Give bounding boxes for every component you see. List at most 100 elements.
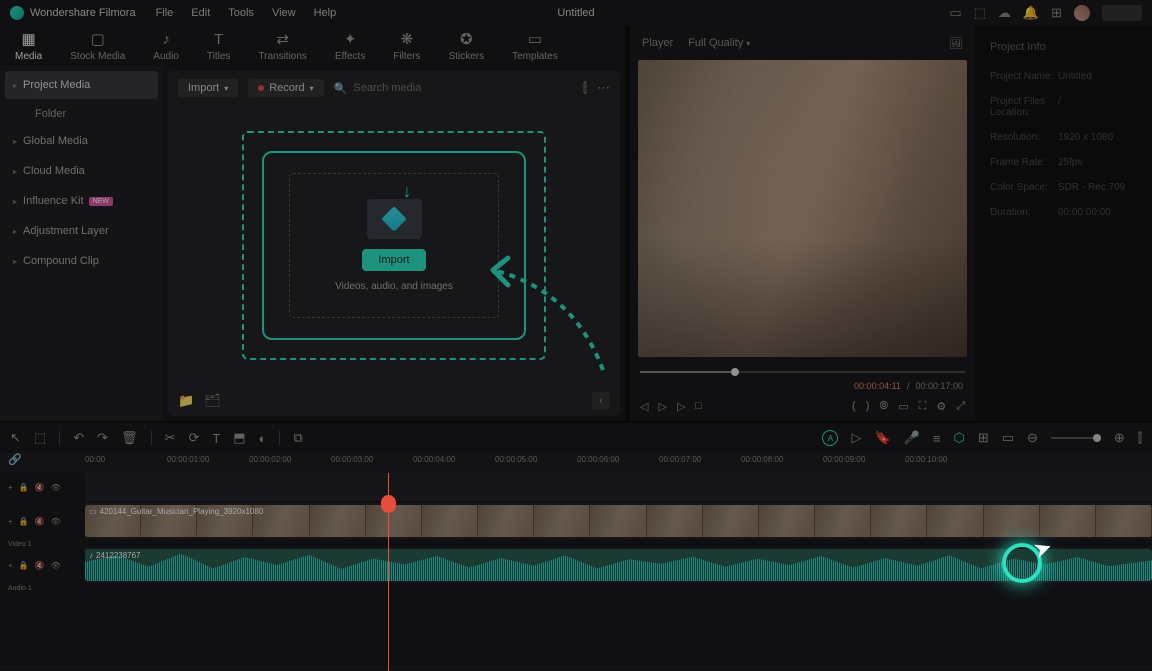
- prev-frame-button[interactable]: ◁: [640, 400, 648, 413]
- document-title: Untitled: [557, 7, 594, 19]
- voiceover-icon[interactable]: 🎤: [904, 430, 920, 446]
- lock-icon[interactable]: 🔒: [19, 517, 29, 526]
- video-clip[interactable]: ▭420144_Guitar_Musician_Playing_3920x108…: [85, 505, 1152, 537]
- display-icon[interactable]: ▭: [898, 400, 908, 413]
- mute-icon[interactable]: 🔇: [35, 517, 45, 526]
- search-box[interactable]: 🔍: [334, 82, 573, 95]
- expand-icon[interactable]: ⤢: [956, 400, 965, 413]
- sidebar-item-cloud-media[interactable]: Cloud Media: [5, 157, 158, 185]
- sidebar-item-project-media[interactable]: Project Media: [5, 71, 158, 99]
- lock-icon[interactable]: 🔒: [19, 561, 29, 570]
- import-button[interactable]: Import: [362, 249, 425, 271]
- quality-dropdown[interactable]: Full Quality ▾: [688, 37, 750, 49]
- next-frame-button[interactable]: ▷: [677, 400, 685, 413]
- avatar[interactable]: [1074, 5, 1090, 21]
- snap-icon[interactable]: ⊞: [978, 430, 989, 446]
- lock-icon[interactable]: 🔒: [19, 483, 29, 492]
- mute-icon[interactable]: 🔇: [35, 561, 45, 570]
- tab-effects[interactable]: ✦Effects: [335, 30, 365, 62]
- tab-audio[interactable]: ♪Audio: [153, 31, 179, 62]
- audio-clip[interactable]: ♪2412238767: [85, 549, 1152, 581]
- menu-view[interactable]: View: [272, 7, 296, 19]
- titlebar: Wondershare Filmora File Edit Tools View…: [0, 0, 1152, 26]
- tab-titles[interactable]: TTitles: [207, 31, 231, 62]
- undo-button[interactable]: ↶: [73, 430, 84, 446]
- timeline-ruler[interactable]: 🔗 00:0000:00:01:0000:00:02:0000:00:03:00…: [0, 453, 1152, 473]
- preview-viewport[interactable]: [638, 60, 967, 357]
- tab-stickers[interactable]: ✪Stickers: [449, 30, 485, 62]
- tab-transitions[interactable]: ⇄Transitions: [258, 30, 307, 62]
- import-dropdown[interactable]: Import▾: [178, 79, 238, 97]
- video-track-header[interactable]: + 🔒 🔇 👁: [0, 503, 85, 539]
- hide-icon[interactable]: 👁: [51, 561, 61, 570]
- detach-icon[interactable]: ⛶: [919, 400, 927, 413]
- new-bin-icon[interactable]: 🗂: [204, 393, 221, 409]
- keyframe-icon[interactable]: ⬡: [953, 430, 964, 446]
- marker-icon[interactable]: 🔖: [874, 430, 890, 446]
- timeline-link-icon[interactable]: 🔗: [0, 450, 30, 470]
- track-icon[interactable]: ▭: [1002, 430, 1014, 446]
- new-folder-icon[interactable]: 📁: [178, 393, 194, 409]
- new-badge: NEW: [89, 197, 113, 206]
- select-tool-icon[interactable]: ⬚: [34, 430, 46, 446]
- mixer-icon[interactable]: ≡: [933, 431, 941, 446]
- sidebar-item-influence-kit[interactable]: Influence KitNEW: [5, 187, 158, 215]
- settings-icon[interactable]: ⚙: [936, 400, 946, 413]
- speed-button[interactable]: ⟳: [188, 430, 199, 446]
- menu-edit[interactable]: Edit: [191, 7, 210, 19]
- record-dropdown[interactable]: Record▾: [248, 79, 323, 97]
- color-button[interactable]: ◐: [259, 431, 267, 446]
- mark-in-button[interactable]: (: [852, 400, 856, 412]
- zoom-in-icon[interactable]: ⊕: [1114, 430, 1125, 446]
- snapshot-icon[interactable]: 🖼: [949, 37, 963, 50]
- menu-tools[interactable]: Tools: [228, 7, 254, 19]
- tab-templates[interactable]: ▭Templates: [512, 30, 558, 62]
- download-icon[interactable]: ⬚: [974, 5, 986, 21]
- view-options-icon[interactable]: ⫿: [1138, 430, 1142, 446]
- menu-help[interactable]: Help: [314, 7, 337, 19]
- mark-out-button[interactable]: ): [866, 400, 870, 412]
- add-track-icon[interactable]: +: [8, 561, 13, 570]
- stop-button[interactable]: □: [695, 400, 702, 412]
- delete-button[interactable]: 🗑: [121, 430, 138, 446]
- menu-file[interactable]: File: [156, 7, 174, 19]
- sidebar-item-adjustment-layer[interactable]: Adjustment Layer: [5, 217, 158, 245]
- audio-track-header[interactable]: + 🔒 🔇 👁: [0, 547, 85, 583]
- sidebar-folder[interactable]: Folder: [5, 101, 158, 127]
- zoom-out-icon[interactable]: ⊖: [1027, 430, 1038, 446]
- mute-icon[interactable]: 🔇: [35, 483, 45, 492]
- sidebar-item-global-media[interactable]: Global Media: [5, 127, 158, 155]
- render-icon[interactable]: ▷: [851, 430, 861, 446]
- sidebar-item-compound-clip[interactable]: Compound Clip: [5, 247, 158, 275]
- pointer-tool-icon[interactable]: ↖: [10, 430, 21, 446]
- split-button[interactable]: ✂: [165, 430, 176, 446]
- playhead[interactable]: [388, 473, 389, 671]
- bell-icon[interactable]: 🔔: [1023, 5, 1039, 21]
- add-track-icon[interactable]: +: [8, 517, 13, 526]
- tab-stock-media[interactable]: ▢Stock Media: [70, 30, 125, 62]
- hide-icon[interactable]: 👁: [51, 483, 61, 492]
- apps-icon[interactable]: ⊞: [1051, 5, 1062, 21]
- login-button[interactable]: [1102, 5, 1142, 21]
- clip-icon: ▭: [89, 507, 97, 516]
- play-button[interactable]: ▷: [658, 400, 666, 413]
- import-dropzone[interactable]: ↓ Import Videos, audio, and images: [168, 105, 620, 386]
- tab-filters[interactable]: ❋Filters: [393, 30, 420, 62]
- group-button[interactable]: ⧉: [293, 430, 302, 446]
- auto-badge-icon[interactable]: A: [822, 430, 838, 446]
- collapse-button[interactable]: ‹: [592, 392, 610, 410]
- hide-icon[interactable]: 👁: [51, 517, 61, 526]
- add-track-icon[interactable]: +: [8, 483, 13, 492]
- search-input[interactable]: [353, 82, 572, 94]
- redo-button[interactable]: ↷: [97, 430, 108, 446]
- capture-icon[interactable]: ⦾: [879, 400, 888, 413]
- preview-scrubber[interactable]: [640, 363, 965, 381]
- tab-media[interactable]: ▦Media: [15, 30, 42, 62]
- filter-icon[interactable]: ⫿: [583, 80, 587, 96]
- more-icon[interactable]: ⋯: [597, 80, 610, 96]
- screen-icon[interactable]: ▭: [949, 5, 961, 21]
- cloud-icon[interactable]: ☁: [998, 5, 1011, 21]
- zoom-slider[interactable]: [1051, 437, 1101, 439]
- text-button[interactable]: T: [212, 431, 220, 446]
- crop-button[interactable]: ⬒: [233, 430, 245, 446]
